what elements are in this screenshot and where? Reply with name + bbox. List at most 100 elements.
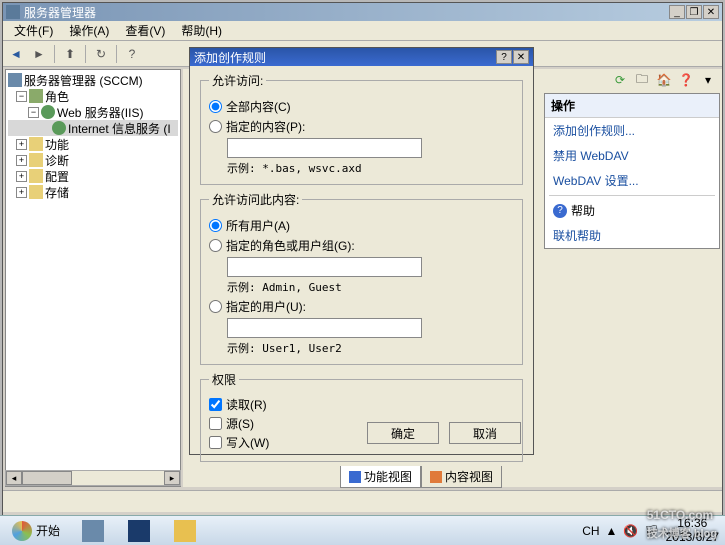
add-rule-dialog: 添加创作规则 ? ✕ 允许访问: 全部内容(C) 指定的内容(P): 示例: *… [189, 47, 534, 455]
allow-access-to-group: 允许访问此内容: 所有用户(A) 指定的角色或用户组(G): 示例: Admin… [200, 191, 523, 365]
browse-icon[interactable]: 🗀 [634, 72, 650, 88]
separator [85, 45, 86, 63]
ime-indicator[interactable]: CH [582, 524, 599, 538]
tree-storage[interactable]: + 存储 [8, 184, 178, 200]
tree-scrollbar[interactable]: ◂ ▸ [5, 470, 181, 486]
spec-roles-input[interactable] [227, 257, 422, 277]
check-source-input[interactable] [209, 417, 222, 430]
window-title: 服务器管理器 [24, 4, 669, 21]
radio-spec-users[interactable]: 指定的用户(U): [209, 298, 514, 315]
server-manager-icon [82, 520, 104, 542]
tray-clock[interactable]: 16:36 2013/6/27 [666, 517, 719, 543]
menu-action[interactable]: 操作(A) [61, 20, 117, 41]
collapse-icon[interactable]: − [28, 107, 39, 118]
close-button[interactable]: ✕ [703, 5, 719, 19]
collapse-icon[interactable]: − [16, 91, 27, 102]
start-button[interactable]: 开始 [2, 518, 70, 544]
maximize-button[interactable]: ❐ [686, 5, 702, 19]
minimize-button[interactable]: _ [669, 5, 685, 19]
radio-all-users-input[interactable] [209, 219, 222, 232]
scroll-left-button[interactable]: ◂ [6, 471, 22, 485]
taskbar-server-manager[interactable] [71, 518, 115, 544]
radio-spec-content-input[interactable] [209, 120, 222, 133]
iis-icon [52, 121, 66, 135]
expand-icon[interactable]: + [16, 139, 27, 150]
tree-diag[interactable]: + 诊断 [8, 152, 178, 168]
allow-access-to-legend: 允许访问此内容: [209, 191, 302, 208]
radio-all-users[interactable]: 所有用户(A) [209, 217, 514, 234]
action-online-help[interactable]: 联机帮助 [545, 223, 719, 248]
tray-arrow[interactable]: ▲ [606, 524, 618, 538]
action-settings[interactable]: WebDAV 设置... [545, 168, 719, 193]
actions-panel: 操作 添加创作规则... 禁用 WebDAV WebDAV 设置... ? 帮助… [544, 93, 720, 249]
tree-roles[interactable]: − 角色 [8, 88, 178, 104]
action-add-rule[interactable]: 添加创作规则... [545, 118, 719, 143]
dialog-body: 允许访问: 全部内容(C) 指定的内容(P): 示例: *.bas, wsvc.… [190, 66, 533, 474]
tree-root[interactable]: 服务器管理器 (SCCM) [8, 72, 178, 88]
radio-spec-content[interactable]: 指定的内容(P): [209, 118, 514, 135]
tree-panel: 服务器管理器 (SCCM) − 角色 − Web 服务器(IIS) Intern… [5, 69, 181, 487]
dialog-titlebar: 添加创作规则 ? ✕ [190, 48, 533, 66]
cancel-button[interactable]: 取消 [449, 422, 521, 444]
radio-all-content-input[interactable] [209, 100, 222, 113]
content-hint: 示例: *.bas, wsvc.axd [227, 160, 514, 176]
dialog-close-button[interactable]: ✕ [513, 50, 529, 64]
spec-users-input[interactable] [227, 318, 422, 338]
refresh-button[interactable]: ↻ [91, 44, 111, 64]
app-icon [6, 5, 20, 19]
expand-icon[interactable]: + [16, 171, 27, 182]
tree-web[interactable]: − Web 服务器(IIS) [8, 104, 178, 120]
tree-features[interactable]: + 功能 [8, 136, 178, 152]
explorer-icon [174, 520, 196, 542]
windows-orb-icon [12, 521, 32, 541]
menu-view[interactable]: 查看(V) [117, 20, 173, 41]
action-help[interactable]: ? 帮助 [545, 198, 719, 223]
back-button[interactable]: ◄ [6, 44, 26, 64]
taskbar-explorer[interactable] [163, 518, 207, 544]
radio-all-content[interactable]: 全部内容(C) [209, 98, 514, 115]
main-window: 服务器管理器 _ ❐ ✕ 文件(F) 操作(A) 查看(V) 帮助(H) ◄ ►… [2, 2, 723, 543]
content-toolbar: ⟳ 🗀 🏠 ❓ ▾ [610, 69, 720, 91]
help-button[interactable]: ? [122, 44, 142, 64]
expand-icon[interactable]: + [16, 155, 27, 166]
radio-spec-roles[interactable]: 指定的角色或用户组(G): [209, 237, 514, 254]
taskbar-powershell[interactable] [117, 518, 161, 544]
permissions-group: 权限 读取(R) 源(S) 写入(W) [200, 371, 523, 462]
dialog-title: 添加创作规则 [194, 49, 496, 66]
check-write-input[interactable] [209, 436, 222, 449]
home-icon[interactable]: 🏠 [656, 72, 672, 88]
up-button[interactable]: ⬆ [60, 44, 80, 64]
scroll-track[interactable] [72, 471, 164, 485]
allow-access-group: 允许访问: 全部内容(C) 指定的内容(P): 示例: *.bas, wsvc.… [200, 72, 523, 185]
action-disable[interactable]: 禁用 WebDAV [545, 143, 719, 168]
menu-file[interactable]: 文件(F) [6, 20, 61, 41]
folder-icon [29, 185, 43, 199]
tray-flag-icon[interactable]: 🏳 [644, 524, 659, 538]
ok-button[interactable]: 确定 [367, 422, 439, 444]
system-tray: CH ▲ 🔇 🏳 16:36 2013/6/27 [582, 517, 725, 543]
permissions-legend: 权限 [209, 371, 239, 388]
spec-content-input[interactable] [227, 138, 422, 158]
separator [116, 45, 117, 63]
separator [54, 45, 55, 63]
folder-icon [29, 153, 43, 167]
role-icon [29, 89, 43, 103]
folder-icon [29, 169, 43, 183]
expand-icon[interactable]: + [16, 187, 27, 198]
scroll-thumb[interactable] [22, 471, 72, 485]
check-read-input[interactable] [209, 398, 222, 411]
tree-iis[interactable]: Internet 信息服务 (I [8, 120, 178, 136]
menu-help[interactable]: 帮助(H) [173, 20, 230, 41]
forward-button[interactable]: ► [29, 44, 49, 64]
radio-spec-roles-input[interactable] [209, 239, 222, 252]
tray-volume-icon[interactable]: 🔇 [623, 524, 638, 538]
powershell-icon [128, 520, 150, 542]
help-icon[interactable]: ❓ [678, 72, 694, 88]
scroll-right-button[interactable]: ▸ [164, 471, 180, 485]
check-read[interactable]: 读取(R) [209, 396, 514, 413]
tree-config[interactable]: + 配置 [8, 168, 178, 184]
radio-spec-users-input[interactable] [209, 300, 222, 313]
dropdown-icon[interactable]: ▾ [700, 72, 716, 88]
explore-icon[interactable]: ⟳ [612, 72, 628, 88]
dialog-help-button[interactable]: ? [496, 50, 512, 64]
